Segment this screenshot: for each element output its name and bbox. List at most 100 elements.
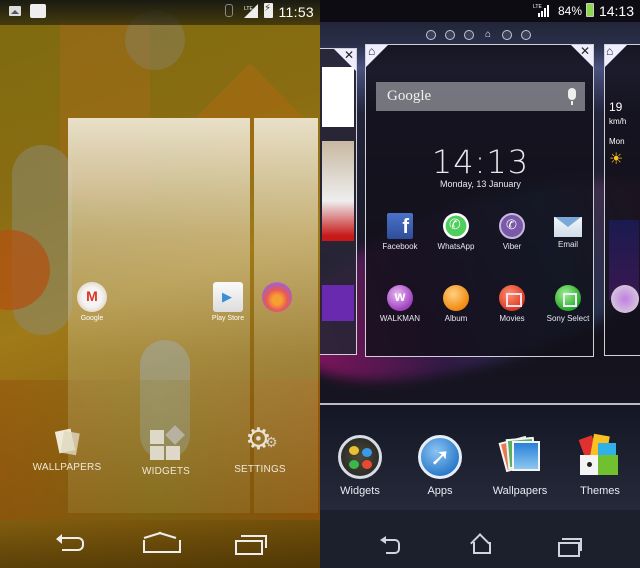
status-bar: LTE 84% 14:13: [320, 0, 640, 22]
home-icon[interactable]: [470, 534, 491, 554]
weather-wind-unit: km/h: [609, 117, 627, 126]
app-facebook[interactable]: f Facebook: [372, 213, 428, 251]
app-shortcut-google[interactable]: Google: [67, 282, 117, 322]
app-movies[interactable]: Movies: [484, 285, 540, 323]
play-store-icon: [213, 282, 243, 312]
weather-sun-icon: ☀: [609, 151, 624, 168]
status-time: 14:13: [598, 3, 634, 19]
home-icon[interactable]: ⌂: [368, 45, 375, 57]
settings-button[interactable]: SETTINGS: [220, 422, 300, 475]
lte-signal-icon: LTE: [244, 4, 258, 18]
home-icon[interactable]: [143, 534, 181, 553]
weather-day: Mon: [609, 137, 625, 146]
app-shortcut-play-music[interactable]: [252, 282, 302, 315]
google-search-widget[interactable]: Google: [376, 82, 585, 111]
microphone-icon[interactable]: [568, 88, 576, 105]
facebook-icon: f: [387, 213, 413, 239]
app-viber[interactable]: Viber: [484, 213, 540, 251]
page-indicator: ⌂: [426, 29, 531, 41]
whatsapp-icon: [443, 213, 469, 239]
lte-signal-icon: LTE: [533, 3, 551, 17]
back-icon[interactable]: [56, 534, 86, 551]
app-whatsapp[interactable]: WhatsApp: [428, 213, 484, 251]
settings-label: SETTINGS: [234, 464, 286, 475]
movies-icon: [499, 285, 525, 311]
recents-icon[interactable]: [558, 538, 582, 557]
recents-icon[interactable]: [235, 534, 267, 555]
viber-icon: [499, 213, 525, 239]
app-shortcut-play-store[interactable]: Play Store: [203, 282, 253, 322]
app-label: Play Store: [211, 315, 245, 322]
navigation-bar: [0, 518, 320, 568]
app-label: Facebook: [382, 242, 418, 251]
email-icon: [554, 217, 582, 237]
app-label: WALKMAN: [379, 314, 421, 323]
app-label: WhatsApp: [437, 242, 475, 251]
app-walkman[interactable]: WALKMAN: [372, 285, 428, 323]
page-dot[interactable]: [521, 30, 531, 40]
themes-icon: [578, 433, 622, 479]
app-label: Viber: [502, 242, 522, 251]
dock-label: Themes: [580, 485, 620, 497]
dock-themes-button[interactable]: Themes: [565, 433, 635, 497]
clock-widget-date: Monday, 13 January: [440, 179, 521, 189]
app-label: Album: [444, 314, 468, 323]
widgets-icon: [338, 435, 382, 479]
page-dot[interactable]: [445, 30, 455, 40]
apps-icon: [418, 435, 462, 479]
walkman-icon: [611, 285, 639, 313]
wallpapers-button[interactable]: WALLPAPERS: [27, 428, 107, 473]
close-icon[interactable]: ✕: [344, 49, 354, 61]
widgets-button[interactable]: WIDGETS: [126, 425, 206, 477]
app-label: Sony Select: [546, 314, 590, 323]
navigation-bar: [320, 510, 640, 568]
data-widget: [322, 285, 354, 321]
weather-wind: 19: [609, 100, 623, 114]
widgets-icon: [150, 425, 185, 460]
dock: Widgets Apps Wallpapers Themes: [320, 405, 640, 510]
dock-label: Wallpapers: [492, 485, 548, 497]
dock-label: Apps: [427, 485, 453, 497]
app-label: Email: [557, 240, 578, 249]
page-dot[interactable]: [502, 30, 512, 40]
clock-widget-time: 14:13: [431, 143, 530, 181]
news-widget: [322, 67, 354, 127]
home-pane-card-main[interactable]: ⌂ ✕ Google 14:13 Monday, 13 January f Fa…: [365, 44, 594, 357]
sony-select-icon: [555, 285, 581, 311]
battery-percent: 84%: [558, 4, 583, 18]
home-page-icon[interactable]: ⌂: [483, 30, 493, 40]
app-label: Movies: [499, 314, 525, 323]
dock-wallpapers-button[interactable]: Wallpapers: [485, 435, 555, 497]
wallpapers-icon: [498, 435, 542, 479]
battery-charging-icon: [264, 3, 273, 18]
status-time: 11:53: [278, 4, 314, 20]
wifi-icon: [30, 4, 46, 18]
home-icon[interactable]: ⌂: [606, 45, 613, 57]
news-widget: [322, 141, 354, 241]
bluetooth-icon: [225, 4, 233, 17]
image-notification-icon: [9, 6, 21, 16]
album-icon: [443, 285, 469, 311]
app-email[interactable]: Email: [540, 213, 593, 249]
status-bar: LTE 11:53: [0, 0, 320, 25]
close-icon[interactable]: ✕: [580, 45, 590, 57]
app-sony-select[interactable]: Sony Select: [540, 285, 593, 323]
gmail-icon: [77, 282, 107, 312]
home-pane-card-right[interactable]: ⌂ 19 km/h Mon ☀: [604, 44, 640, 356]
google-logo: Google: [387, 88, 432, 104]
left-phone-screen: LTE 11:53 Google Play Store WALLPAPERS W…: [0, 0, 320, 568]
right-phone-screen: LTE 84% 14:13 ⌂ ✕ ⌂ ✕ Google 14:13 Monda…: [320, 0, 640, 568]
app-label: Google: [80, 315, 104, 322]
settings-icon: [245, 422, 278, 458]
app-album[interactable]: Album: [428, 285, 484, 323]
home-pane-card-left[interactable]: ✕: [320, 48, 357, 355]
dock-widgets-button[interactable]: Widgets: [325, 435, 395, 497]
back-icon[interactable]: [380, 536, 402, 554]
widgets-label: WIDGETS: [141, 466, 191, 477]
battery-icon: [586, 3, 594, 17]
page-dot[interactable]: [426, 30, 436, 40]
page-dot[interactable]: [464, 30, 474, 40]
wallpapers-icon: [54, 428, 80, 456]
dock-apps-button[interactable]: Apps: [405, 435, 475, 497]
wallpapers-label: WALLPAPERS: [32, 462, 102, 473]
